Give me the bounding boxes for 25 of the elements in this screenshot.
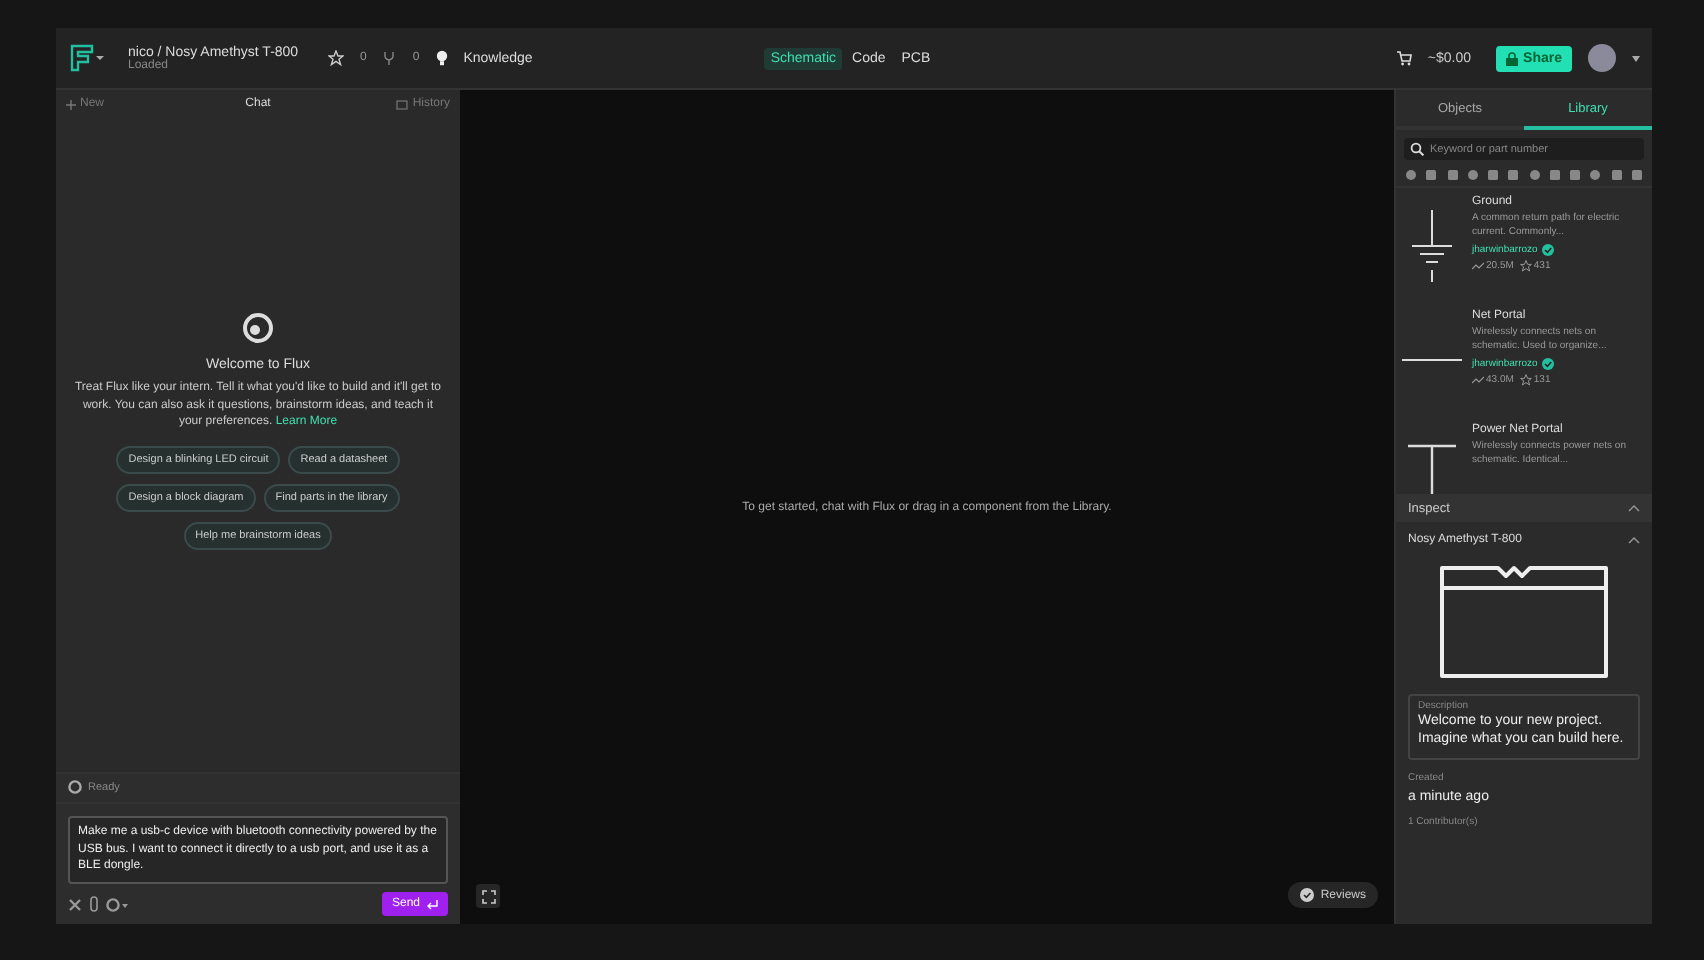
enter-icon (426, 899, 438, 909)
fit-view-button[interactable] (476, 884, 500, 908)
lock-icon (1505, 51, 1518, 65)
star-icon (1519, 373, 1532, 385)
star-icon[interactable] (328, 50, 344, 66)
user-avatar[interactable] (1588, 44, 1616, 72)
verified-icon (1541, 357, 1554, 369)
plus-icon (66, 99, 76, 109)
check-circle-icon (1300, 888, 1315, 902)
chevron-up-icon[interactable] (1628, 504, 1640, 512)
verified-icon (1541, 243, 1554, 255)
flux-logo-icon[interactable] (68, 44, 104, 72)
folder-icon (1438, 564, 1610, 680)
caret-icon[interactable] (1632, 55, 1640, 61)
trend-icon (1472, 375, 1484, 383)
search-icon (1410, 142, 1424, 156)
net-portal-symbol-icon (1402, 355, 1462, 363)
fork-icon[interactable] (382, 50, 397, 66)
trend-icon (1472, 261, 1484, 269)
star-icon (1519, 259, 1532, 271)
cart-icon[interactable] (1395, 50, 1412, 66)
lightbulb-icon[interactable] (435, 50, 448, 66)
expand-icon (481, 889, 495, 903)
power-symbol-icon (1404, 443, 1460, 494)
chevron-up-icon[interactable] (1628, 536, 1640, 544)
